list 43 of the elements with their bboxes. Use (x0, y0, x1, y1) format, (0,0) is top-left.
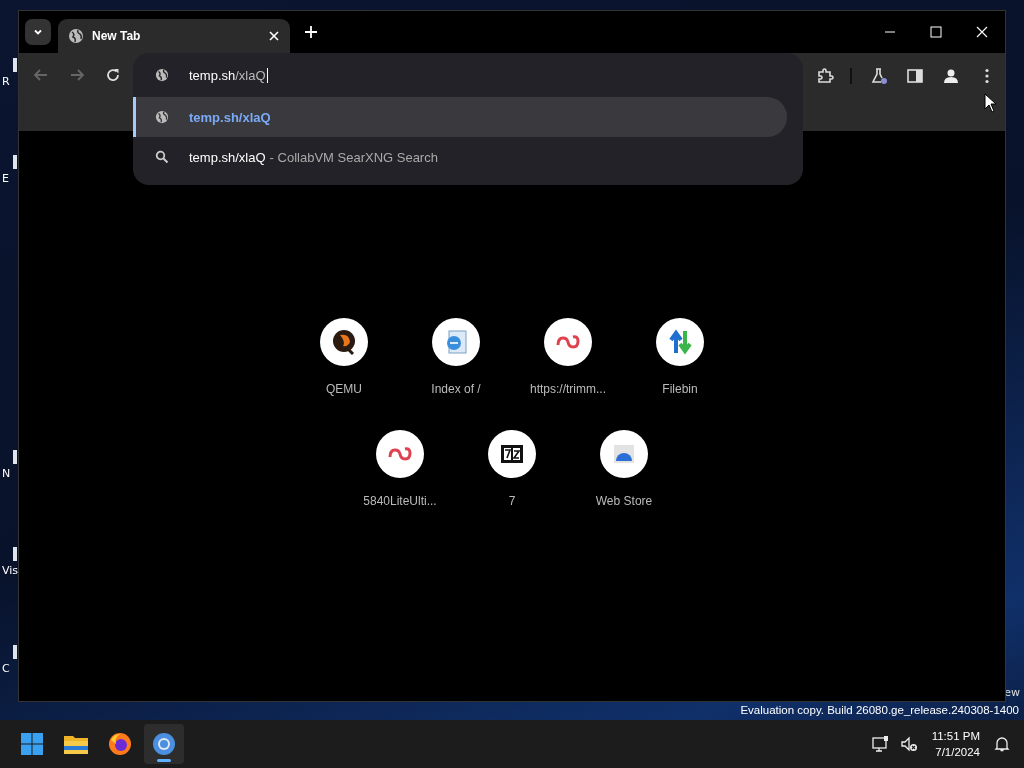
search-icon (155, 150, 169, 164)
speaker-muted-icon[interactable] (899, 735, 918, 753)
desktop-icon-label: R (2, 75, 10, 88)
taskbar-app[interactable] (144, 724, 184, 764)
new-tab-icon[interactable] (304, 25, 318, 39)
reload-icon[interactable] (105, 67, 121, 83)
watermark-text: Evaluation copy. Build 26080.ge_release.240308-1400 (740, 704, 1019, 716)
close-icon[interactable] (268, 30, 280, 42)
shortcut-tile[interactable]: 5840LiteUlti... (344, 430, 456, 542)
desktop-icon-label: Vis (2, 564, 19, 577)
bird-icon (331, 329, 357, 355)
side-panel-icon[interactable] (906, 67, 924, 85)
shortcut-tile[interactable]: https://trimm... (512, 318, 624, 430)
mouse-pointer-icon (984, 93, 998, 113)
globe-icon (155, 110, 169, 124)
globe-icon (155, 68, 169, 82)
bell-icon[interactable] (994, 736, 1010, 752)
address-field[interactable]: temp.sh/xlaQ (133, 53, 803, 97)
shortcut-tile[interactable]: 7 (456, 430, 568, 542)
tab-search-button[interactable] (25, 19, 51, 45)
folder-icon (63, 733, 89, 755)
suggestion-item[interactable]: temp.sh/xlaQ - CollabVM SearXNG Search (133, 137, 787, 177)
puzzle-piece-icon[interactable] (816, 67, 834, 85)
up-down-arrows-icon (667, 329, 693, 355)
fox-globe-icon (108, 732, 132, 756)
shortcut-tile[interactable]: Index of / (400, 318, 512, 430)
shortcut-tile[interactable]: Filebin (624, 318, 736, 430)
flask-icon[interactable] (870, 67, 888, 85)
globe-icon (68, 28, 84, 44)
network-icon[interactable] (871, 735, 890, 753)
desktop-icon-label: N (2, 467, 11, 480)
clock[interactable]: 11:51 PM 7/1/2024 (931, 728, 980, 760)
maximize-icon[interactable] (930, 26, 942, 38)
profile-icon[interactable] (942, 67, 960, 85)
desktop-icon-label: C (2, 662, 10, 675)
browser-logo-icon (152, 732, 176, 756)
desktop-icon-label: E (2, 172, 9, 185)
browser-tab[interactable]: New Tab (58, 19, 290, 53)
suggestion-item[interactable]: temp.sh/xlaQ (133, 97, 787, 137)
close-icon[interactable] (976, 26, 988, 38)
shortcut-tile[interactable]: Web Store (568, 430, 680, 542)
shortcut-tile[interactable]: QEMU (288, 318, 400, 430)
windows-logo-icon (20, 732, 44, 756)
